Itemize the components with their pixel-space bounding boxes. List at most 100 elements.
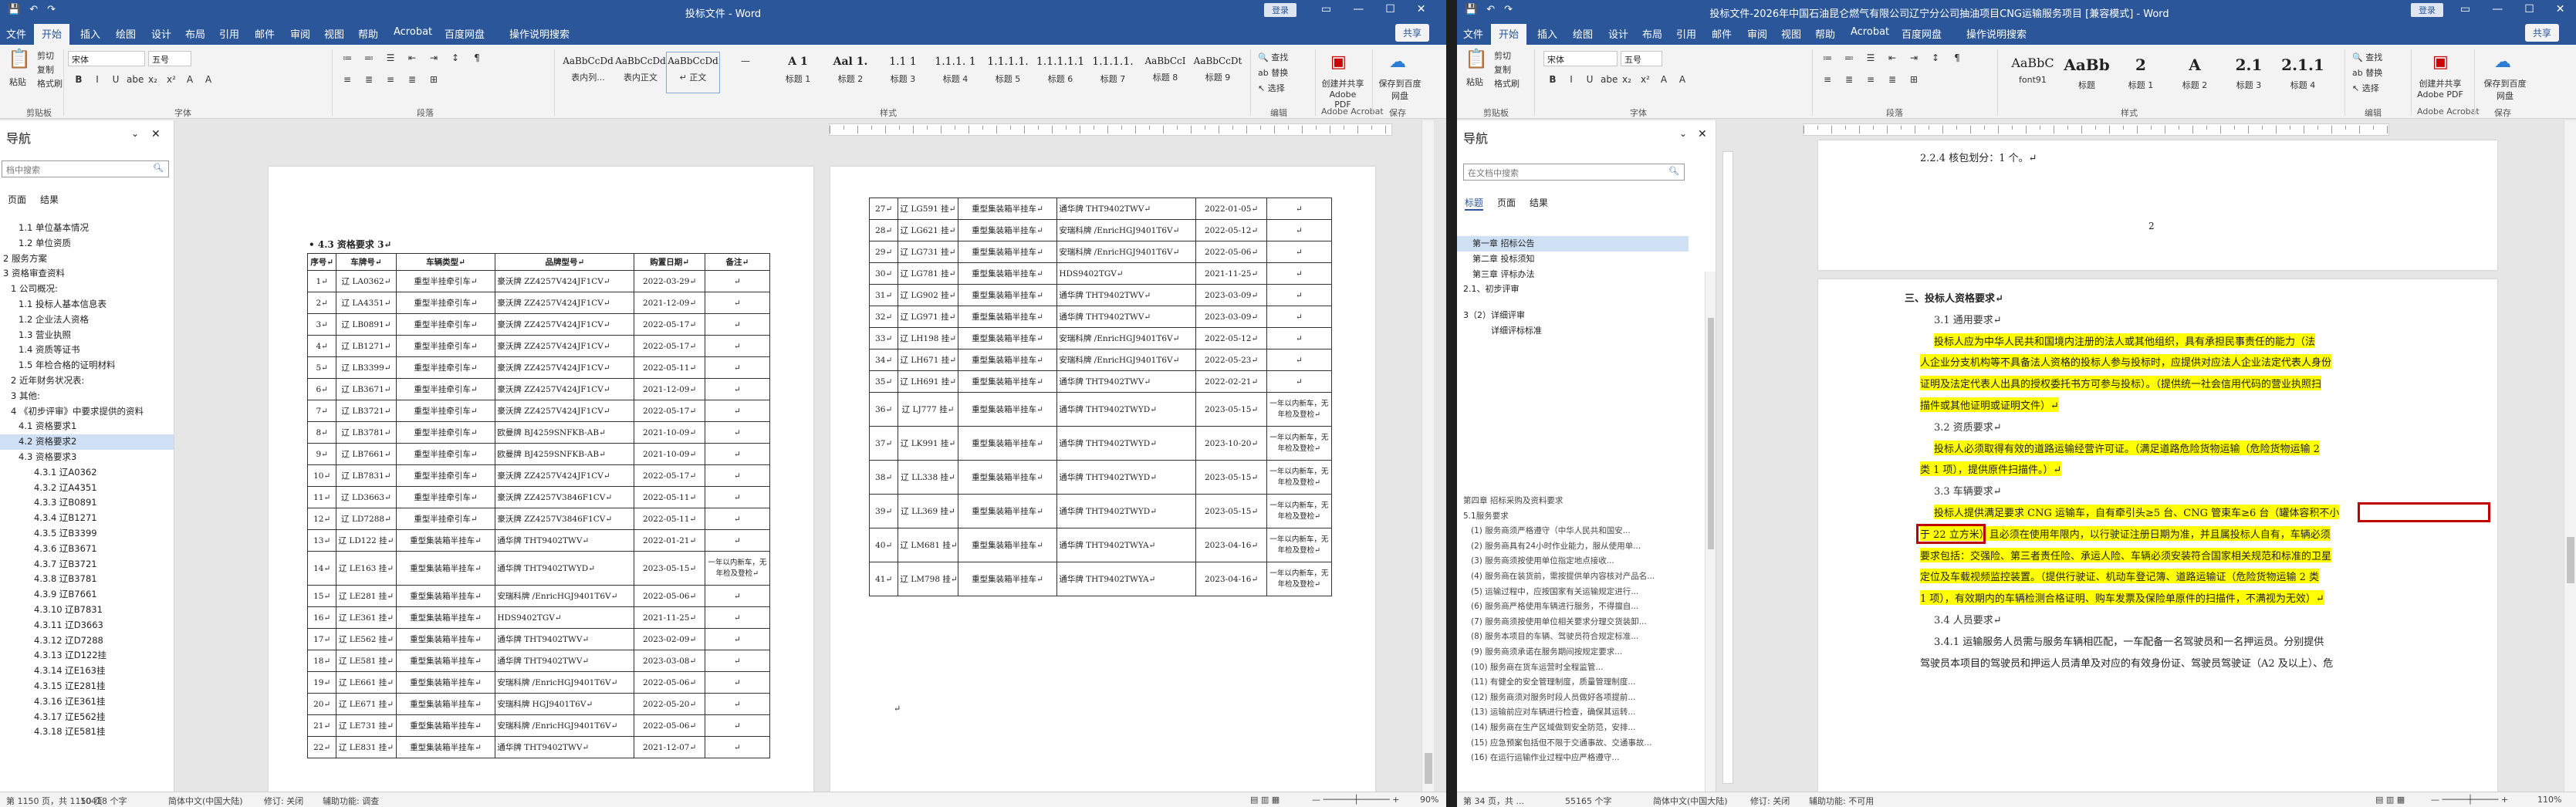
track-changes[interactable]: 修订: 关闭 bbox=[264, 795, 303, 807]
nav-item[interactable]: 4.3.1 辽A0362 bbox=[0, 465, 174, 481]
copy-button[interactable]: 复制 bbox=[37, 63, 54, 76]
table-cell[interactable]: ↵ bbox=[704, 335, 771, 357]
menu-tab-5[interactable]: 布局 bbox=[185, 26, 205, 41]
format-button-1[interactable]: I bbox=[90, 73, 105, 86]
nav-item[interactable]: 1.2 企业法人资格 bbox=[0, 312, 174, 328]
nav-item[interactable]: (6) 服务商严格使用车辆进行服务，不得擅自... bbox=[1457, 599, 1702, 615]
table-cell[interactable]: 2023-04-16↵ bbox=[1195, 528, 1267, 562]
create-pdf-button[interactable]: 创建并共享 Adobe PDF bbox=[1321, 77, 1364, 110]
table-cell[interactable]: ↵ bbox=[704, 356, 771, 379]
menu-tab-7[interactable]: 邮件 bbox=[255, 26, 275, 41]
style-3[interactable]: — bbox=[719, 52, 772, 93]
table-cell[interactable]: 10↵ bbox=[306, 464, 337, 487]
table-cell[interactable]: 19↵ bbox=[306, 671, 337, 694]
nav-item[interactable]: (1) 服务商须严格遵守（中华人民共和国安... bbox=[1457, 524, 1702, 539]
table-cell[interactable]: 辽 LM798 挂↵ bbox=[898, 562, 958, 596]
table-cell[interactable]: 辽 LE361 挂↵ bbox=[336, 606, 397, 629]
table-cell[interactable]: ↵ bbox=[704, 736, 771, 758]
table-cell[interactable]: 11↵ bbox=[306, 486, 337, 508]
table-cell[interactable]: ↵ bbox=[704, 508, 771, 530]
menu-tab-10[interactable]: 帮助 bbox=[1815, 26, 1835, 41]
style-0[interactable]: AaBbC font91 bbox=[2006, 52, 2059, 93]
table-cell[interactable]: 辽 LE671 挂↵ bbox=[336, 693, 397, 715]
table-cell[interactable]: 安瑞科牌 /EnricHGJ9401T6V↵ bbox=[1056, 327, 1197, 349]
nav-item[interactable]: 第二章 投标须知 bbox=[1457, 252, 1689, 267]
menu-tab-6[interactable]: 引用 bbox=[219, 26, 239, 41]
table-cell[interactable]: ↵ bbox=[704, 378, 771, 400]
table-cell[interactable]: 辽 LD7288↵ bbox=[336, 508, 397, 530]
menu-tab-1[interactable]: 开始 bbox=[1491, 24, 1527, 45]
table-cell[interactable]: 2022-02-21↵ bbox=[1195, 370, 1267, 393]
table-cell[interactable]: ↵ bbox=[704, 650, 771, 672]
table-cell[interactable]: 重型集装箱半挂车↵ bbox=[395, 628, 496, 650]
table-cell[interactable]: 27↵ bbox=[868, 198, 899, 220]
paste-icon[interactable]: 📋 bbox=[8, 48, 31, 69]
format-button-0[interactable]: B bbox=[1545, 73, 1560, 86]
nav-item[interactable]: 4.3.15 辽E281挂 bbox=[0, 679, 174, 694]
nav-item[interactable]: (10) 服务商在货车运营时全程监管... bbox=[1457, 660, 1702, 676]
paste-icon[interactable]: 📋 bbox=[1465, 48, 1488, 69]
zoom-slider[interactable]: — ─────┼───── + bbox=[2431, 795, 2508, 805]
nav-item[interactable]: 4.1 资格要求1 bbox=[0, 419, 174, 434]
style-3[interactable]: A 标题 2 bbox=[2169, 52, 2221, 93]
language[interactable]: 简体中文(中国大陆) bbox=[168, 795, 243, 807]
nav-item[interactable]: 4.3.13 辽D122挂 bbox=[0, 648, 174, 663]
paragraph-icon-8[interactable]: ≣ bbox=[1841, 73, 1857, 86]
table-cell[interactable]: 重型半挂牵引车↵ bbox=[395, 356, 496, 379]
table-cell[interactable]: 豪沃牌 ZZ4257V424JF1CV↵ bbox=[495, 378, 635, 400]
style-10[interactable]: 1.1.1.1. 标题 7 bbox=[1087, 52, 1139, 93]
table-cell[interactable]: 重型半挂牵引车↵ bbox=[395, 464, 496, 487]
nav-item[interactable]: 4.3.12 辽D7288 bbox=[0, 633, 174, 649]
table-cell[interactable]: 安瑞科牌 /EnricHGJ9401T6V↵ bbox=[495, 671, 635, 694]
table-cell[interactable]: 重型半挂牵引车↵ bbox=[395, 313, 496, 336]
table-cell[interactable]: 重型半挂牵引车↵ bbox=[395, 378, 496, 400]
nav-search-input[interactable]: 档中搜索 🔍︎ bbox=[2, 160, 169, 177]
table-cell[interactable]: 豪沃牌 ZZ4257V424JF1CV↵ bbox=[495, 292, 635, 314]
table-cell[interactable]: 38↵ bbox=[868, 460, 899, 495]
style-5[interactable]: 2.1.1 标题 4 bbox=[2277, 52, 2329, 93]
accessibility[interactable]: 辅助功能: 不可用 bbox=[1809, 795, 1874, 807]
maximize-icon[interactable]: ☐ bbox=[2524, 3, 2534, 15]
table-cell[interactable]: 8↵ bbox=[306, 421, 337, 444]
nav-item[interactable]: 4.3.5 辽B3399 bbox=[0, 526, 174, 542]
nav-item[interactable]: 4 《初步评审》中要求提供的资料 bbox=[0, 404, 174, 420]
table-cell[interactable]: 辽 LE163 挂↵ bbox=[336, 551, 397, 586]
table-cell[interactable]: 2021-10-09↵ bbox=[634, 443, 705, 465]
table-cell[interactable]: ↵ bbox=[704, 628, 771, 650]
table-cell[interactable]: 重型集装箱半挂车↵ bbox=[395, 714, 496, 737]
nav-item[interactable]: 4.3.4 辽B1271 bbox=[0, 511, 174, 526]
paragraph-icon-11[interactable]: ⊞ bbox=[1906, 73, 1922, 86]
nav-item[interactable]: 5.1服务要求 bbox=[1457, 509, 1702, 525]
paragraph-icon-11[interactable]: ⊞ bbox=[426, 73, 441, 86]
word-count[interactable]: 55165 个字 bbox=[1565, 795, 1612, 807]
paragraph-icon-7[interactable]: ≡ bbox=[1820, 73, 1835, 86]
nav-item[interactable]: (4) 服务商在装货前，需按提供单内容核对产品名... bbox=[1457, 569, 1702, 585]
nav-item[interactable]: 4.3.7 辽B3721 bbox=[0, 557, 174, 572]
table-cell[interactable]: 辽 LL369 挂↵ bbox=[898, 494, 958, 528]
table-cell[interactable]: 16↵ bbox=[306, 606, 337, 629]
table-cell[interactable]: 辽 LB7661↵ bbox=[336, 443, 397, 465]
table-cell[interactable]: 辽 LA4351↵ bbox=[336, 292, 397, 314]
nav-item[interactable]: 3 资格审查资料 bbox=[0, 266, 174, 282]
view-buttons[interactable]: ▤ ▥ ▦ bbox=[2375, 795, 2405, 805]
table-cell[interactable]: 34↵ bbox=[868, 349, 899, 371]
nav-item[interactable]: (16) 在运行运输作业过程中应严格遵守... bbox=[1457, 751, 1702, 766]
menu-tab-11[interactable]: Acrobat bbox=[1851, 26, 1889, 38]
cut-button[interactable]: 剪切 bbox=[37, 49, 54, 62]
table-cell[interactable]: 17↵ bbox=[306, 628, 337, 650]
menu-tab-2[interactable]: 插入 bbox=[1537, 26, 1557, 41]
nav-item[interactable]: 4.3.2 辽A4351 bbox=[0, 481, 174, 496]
table-cell[interactable]: 2022-05-17↵ bbox=[634, 400, 705, 422]
table-cell[interactable]: 通华牌 THT9402TWYD↵ bbox=[1056, 392, 1197, 427]
table-cell[interactable]: 通华牌 THT9402TWV↵ bbox=[1056, 198, 1197, 220]
nav-item[interactable]: 第四章 招标采购及资料要求 bbox=[1457, 494, 1702, 509]
login-button[interactable]: 登录 bbox=[2411, 3, 2443, 17]
table-cell[interactable]: 37↵ bbox=[868, 426, 899, 461]
paragraph-icon-8[interactable]: ≣ bbox=[361, 73, 377, 86]
table-cell[interactable]: 辽 LG781 挂↵ bbox=[898, 262, 958, 285]
table-cell[interactable]: 重型集装箱半挂车↵ bbox=[957, 241, 1058, 263]
table-cell[interactable]: 重型半挂牵引车↵ bbox=[395, 335, 496, 357]
table-cell[interactable]: 18↵ bbox=[306, 650, 337, 672]
table-cell[interactable]: 辽 LB1271↵ bbox=[336, 335, 397, 357]
table-cell[interactable]: 2023-03-09↵ bbox=[1195, 284, 1267, 306]
